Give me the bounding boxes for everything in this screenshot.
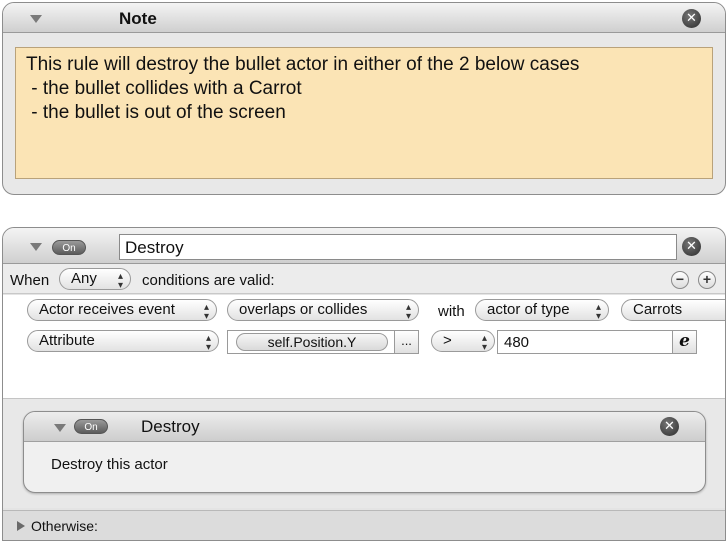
- remove-condition-button[interactable]: −: [671, 271, 689, 289]
- select-arrows-icon: ▴ ▾: [205, 333, 211, 352]
- note-title: Note: [119, 9, 157, 28]
- note-line-2: - the bullet collides with a Carrot: [26, 78, 302, 99]
- note-titlebar: Note ✕: [3, 3, 725, 33]
- condition1-target-select[interactable]: Carrots: [621, 299, 725, 321]
- rule-name-field[interactable]: Destroy: [119, 234, 677, 260]
- condition1-type-select[interactable]: Actor receives event ▴ ▾: [27, 299, 217, 321]
- ellipsis-text: ...: [401, 333, 412, 348]
- condition2-attribute-field[interactable]: self.Position.Y ...: [227, 330, 419, 354]
- select-arrows-icon: ▴ ▾: [117, 271, 123, 290]
- match-select-value: Any: [71, 270, 97, 287]
- condition1-event-value: overlaps or collides: [239, 301, 368, 318]
- conditions-area: Actor receives event ▴ ▾ overlaps or coll…: [3, 295, 725, 398]
- condition1-type-value: Actor receives event: [39, 301, 175, 318]
- otherwise-label: Otherwise:: [31, 518, 98, 534]
- collapse-triangle-icon[interactable]: [30, 15, 42, 23]
- with-label: with: [438, 303, 465, 320]
- add-condition-button[interactable]: +: [698, 271, 716, 289]
- select-arrows-icon: ▴ ▾: [481, 333, 487, 352]
- conditions-label: conditions are valid:: [142, 272, 275, 289]
- note-panel: Note ✕ This rule will destroy the bullet…: [2, 2, 726, 195]
- close-icon[interactable]: ✕: [682, 9, 701, 28]
- behaviors-area: On Destroy ✕ Destroy this actor: [3, 398, 725, 508]
- behavior-titlebar: On Destroy ✕: [24, 412, 705, 442]
- note-line-3: - the bullet is out of the screen: [26, 102, 286, 123]
- condition2-type-value: Attribute: [39, 332, 95, 349]
- collapse-triangle-icon[interactable]: [54, 424, 66, 432]
- behavior-title: Destroy: [141, 417, 200, 436]
- condition2-operator-select[interactable]: > ▴ ▾: [431, 330, 495, 352]
- collapse-triangle-icon[interactable]: [30, 243, 42, 251]
- when-label: When: [10, 272, 50, 289]
- condition2-value-field[interactable]: 480 e: [497, 330, 697, 354]
- condition1-event-select[interactable]: overlaps or collides ▴ ▾: [227, 299, 419, 321]
- attribute-token[interactable]: self.Position.Y: [236, 333, 388, 351]
- otherwise-row[interactable]: Otherwise:: [3, 510, 725, 540]
- condition1-target-kind-value: actor of type: [487, 301, 570, 318]
- rule-panel: On Destroy ✕ When Any ▴ ▾ conditions are …: [2, 227, 726, 541]
- attribute-browse-button[interactable]: ...: [394, 331, 418, 353]
- behavior-on-toggle[interactable]: On: [74, 419, 108, 434]
- destroy-behavior-panel: On Destroy ✕ Destroy this actor: [23, 411, 706, 493]
- attribute-token-text: self.Position.Y: [267, 334, 357, 350]
- condition2-type-select[interactable]: Attribute ▴ ▾: [27, 330, 219, 352]
- rule-name-text: Destroy: [125, 238, 184, 257]
- expression-editor-button[interactable]: e: [672, 331, 696, 353]
- match-select[interactable]: Any ▴ ▾: [59, 268, 131, 290]
- rule-titlebar: On Destroy ✕: [3, 228, 725, 264]
- behavior-description: Destroy this actor: [51, 456, 168, 473]
- expand-triangle-icon[interactable]: [17, 521, 25, 531]
- condition2-operator-value: >: [443, 332, 452, 349]
- condition1-target-value: Carrots: [633, 301, 683, 318]
- rule-on-toggle[interactable]: On: [52, 240, 86, 255]
- select-arrows-icon: ▴ ▾: [203, 302, 209, 321]
- close-icon[interactable]: ✕: [682, 237, 701, 256]
- note-line-1: This rule will destroy the bullet actor …: [26, 54, 580, 75]
- note-text-area[interactable]: This rule will destroy the bullet actor …: [15, 47, 713, 179]
- condition2-value-text: 480: [504, 334, 530, 351]
- when-row: When Any ▴ ▾ conditions are valid: − +: [3, 264, 725, 294]
- expression-icon: e: [679, 331, 690, 351]
- condition1-target-kind-select[interactable]: actor of type ▴ ▾: [475, 299, 609, 321]
- close-icon[interactable]: ✕: [660, 417, 679, 436]
- select-arrows-icon: ▴ ▾: [405, 302, 411, 321]
- select-arrows-icon: ▴ ▾: [595, 302, 601, 321]
